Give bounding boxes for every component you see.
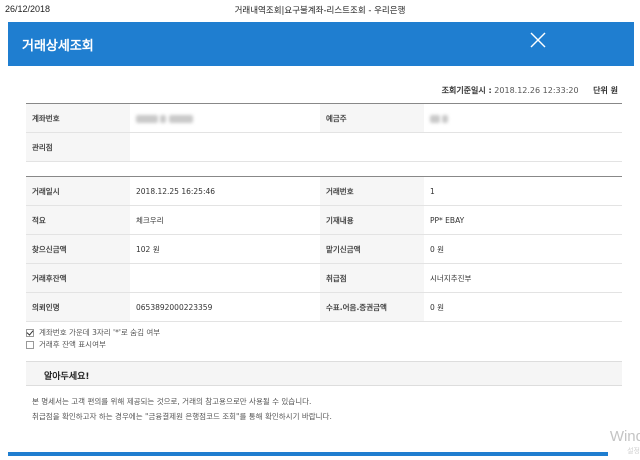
account-holder-label: 예금주 <box>320 103 424 133</box>
popup-title: 거래상세조회 <box>22 39 94 54</box>
show-balance-checkbox[interactable] <box>26 340 34 349</box>
unit-label: 단위 원 <box>593 86 618 95</box>
hide-account-digits-option[interactable]: 계좌번호 가운데 3자리 '*'로 숨김 여부 <box>26 327 160 338</box>
redacted-account <box>136 114 158 123</box>
cell-value: 0 원 <box>424 234 622 264</box>
bottom-accent-bar <box>8 452 608 456</box>
cell-value: 2018.12.25 16:25:46 <box>130 176 320 206</box>
redacted-account <box>168 114 193 123</box>
notice-box: 알아두세요! <box>26 361 622 386</box>
account-number-value <box>130 103 320 133</box>
branch-value <box>130 132 622 162</box>
account-table: 계좌번호 예금주 관리점 <box>26 103 622 162</box>
cell-value: 시너지추진부 <box>424 263 622 293</box>
account-number-label: 계좌번호 <box>26 103 130 133</box>
hide-digits-label: 계좌번호 가운데 3자리 '*'로 숨김 여부 <box>39 328 161 337</box>
cell-label: 거래번호 <box>320 176 424 206</box>
reference-line: 조회기준일시 : 2018.12.26 12:33:20 단위 원 <box>442 85 618 96</box>
cell-label: 거래후잔액 <box>26 263 130 293</box>
activation-watermark-sub: 설정 <box>627 448 640 455</box>
table-row: 적요 체크우리 기재내용 PP* EBAY <box>26 205 622 235</box>
table-row: 의뢰인명 0653892000223359 수표.어음.증권금액 0 원 <box>26 292 622 322</box>
notice-line: 본 명세서는 고객 편의를 위해 제공되는 것으로, 거래의 참고용으로만 사용… <box>32 397 312 406</box>
cell-value: 102 원 <box>130 234 320 264</box>
reference-label: 조회기준일시 : <box>441 86 492 95</box>
show-balance-label: 거래후 잔액 표시여부 <box>39 340 106 349</box>
popup-header: 거래상세조회 <box>8 22 634 66</box>
cell-label: 찾으신금액 <box>26 234 130 264</box>
print-title: 거래내역조회|요구불계좌-리스트조회 - 우리은행 <box>234 6 406 16</box>
cell-label: 의뢰인명 <box>26 292 130 322</box>
cell-value: PP* EBAY <box>424 205 622 235</box>
cell-label: 기재내용 <box>320 205 424 235</box>
notice-line: 취급점을 확인하고자 하는 경우에는 "금융결제원 은행점코드 조회"를 통해 … <box>32 412 332 421</box>
print-header: 26/12/2018 거래내역조회|요구불계좌-리스트조회 - 우리은행 <box>0 0 640 22</box>
transaction-table: 거래일시 2018.12.25 16:25:46 거래번호 1 적요 체크우리 … <box>26 176 622 322</box>
cell-label: 수표.어음.증권금액 <box>320 292 424 322</box>
cell-value <box>130 263 320 293</box>
cell-value: 0653892000223359 <box>130 292 320 322</box>
table-row: 거래후잔액 취급점 시너지추진부 <box>26 263 622 293</box>
close-icon[interactable] <box>528 30 548 50</box>
cell-label: 취급점 <box>320 263 424 293</box>
cell-value: 1 <box>424 176 622 206</box>
branch-label: 관리점 <box>26 132 130 162</box>
redacted-holder <box>442 114 449 123</box>
cell-label: 거래일시 <box>26 176 130 206</box>
cell-value: 0 원 <box>424 292 622 322</box>
hide-digits-checkbox[interactable] <box>26 328 34 337</box>
redacted-holder <box>430 114 440 123</box>
cell-value: 체크우리 <box>130 205 320 235</box>
table-row: 찾으신금액 102 원 맡기신금액 0 원 <box>26 234 622 264</box>
notice-title: 알아두세요! <box>44 372 90 382</box>
table-row: 거래일시 2018.12.25 16:25:46 거래번호 1 <box>26 176 622 206</box>
table-row: 관리점 <box>26 132 622 162</box>
activation-watermark: Wind <box>609 428 640 445</box>
cell-label: 맡기신금액 <box>320 234 424 264</box>
redacted-account <box>160 114 167 123</box>
table-row: 계좌번호 예금주 <box>26 103 622 133</box>
cell-label: 적요 <box>26 205 130 235</box>
account-holder-value <box>424 103 622 133</box>
reference-datetime: 2018.12.26 12:33:20 <box>494 86 579 95</box>
show-balance-option[interactable]: 거래후 잔액 표시여부 <box>26 339 106 350</box>
